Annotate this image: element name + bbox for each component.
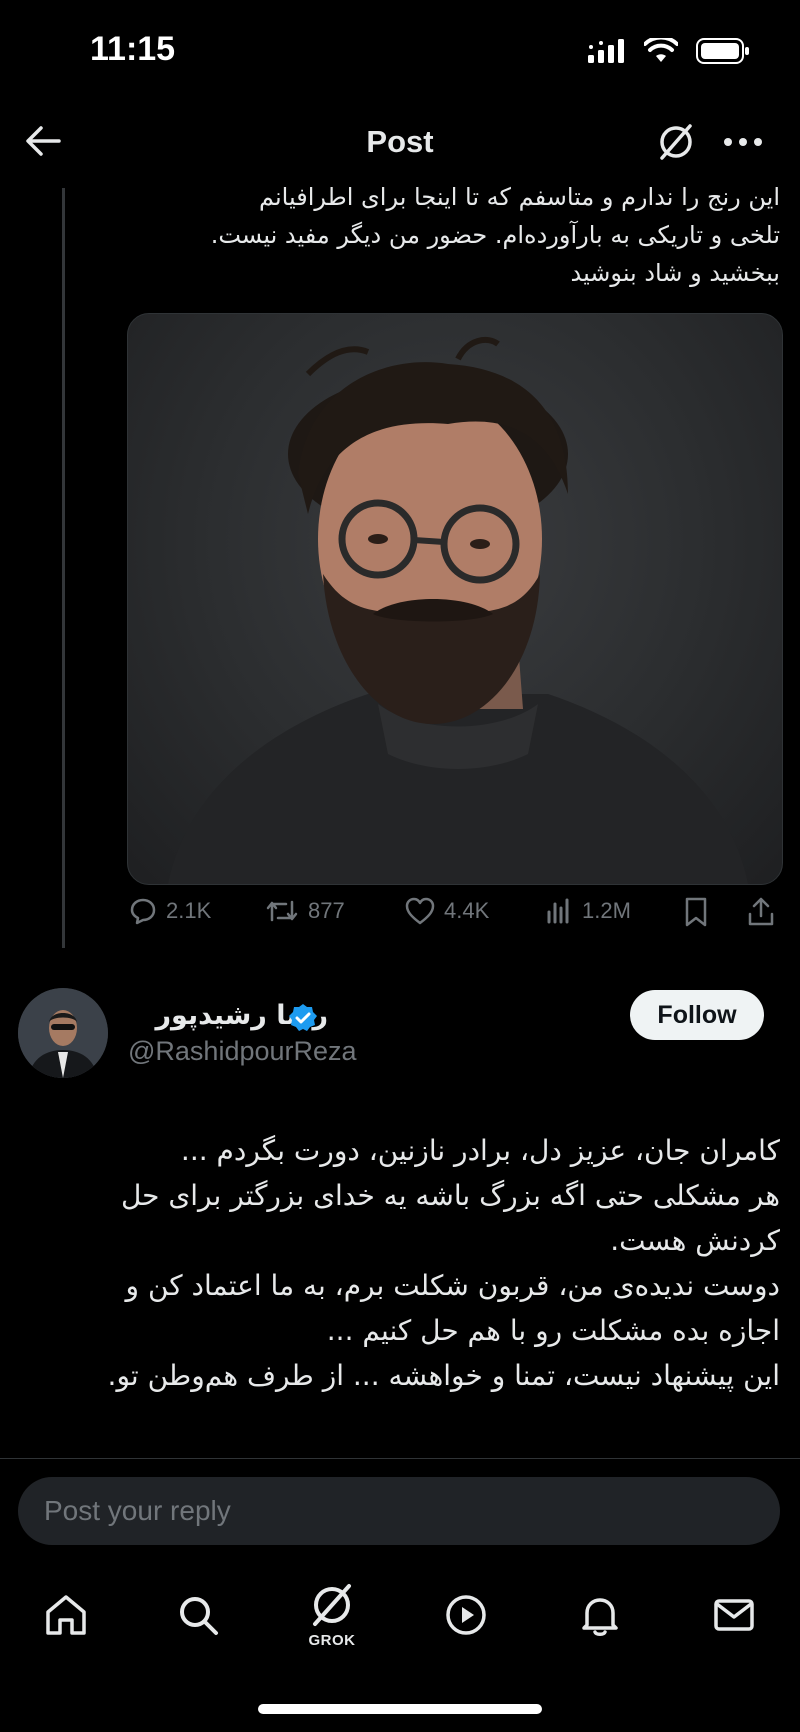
reply-text-line: این پیشنهاد نیست، تمنا و خواهشه ... از ط… (107, 1359, 780, 1392)
post-text: این رنج را ندارم و متاسفم که تا اینجا بر… (120, 178, 780, 292)
wifi-icon (644, 38, 678, 62)
reply-input[interactable]: Post your reply (18, 1477, 780, 1545)
post-text-line: تلخی و تاریکی به بارآورده‌ام. حضور من دی… (210, 221, 780, 249)
grok-icon (313, 1584, 351, 1626)
share-action[interactable] (746, 896, 776, 928)
repost-icon (266, 900, 298, 922)
mail-icon (714, 1599, 754, 1631)
home-indicator (258, 1704, 542, 1714)
play-circle-icon (446, 1595, 486, 1635)
status-icons (588, 38, 750, 64)
reply-icon (130, 898, 156, 925)
bookmark-action[interactable] (682, 896, 710, 928)
verified-badge-icon (289, 1004, 317, 1031)
tab-search[interactable] (168, 1585, 228, 1645)
grok-tab-label: GROK (308, 1632, 356, 1649)
like-action[interactable]: 4.4K (404, 896, 489, 926)
tab-messages[interactable] (704, 1585, 764, 1645)
home-icon (46, 1595, 86, 1635)
battery-icon (696, 38, 749, 64)
author-handle[interactable]: @RashidpourReza (128, 1036, 357, 1067)
signal-icon (588, 39, 624, 63)
post-actions: 2.1K 877 4.4K 1.2M (128, 896, 788, 942)
bell-icon (582, 1598, 618, 1636)
reply-post-text: کامران جان، عزیز دل، برادر نازنین، دورت … (28, 1128, 780, 1398)
avatar-image (18, 988, 108, 1078)
reply-text-line: هر مشکلی حتی اگه بزرگ باشه یه خدای بزرگت… (120, 1179, 780, 1212)
thread-line (62, 188, 65, 948)
reply-text-line: کامران جان، عزیز دل، برادر نازنین، دورت … (180, 1134, 780, 1167)
follow-button[interactable]: Follow (630, 990, 764, 1040)
post-video-thumbnail[interactable] (127, 313, 783, 885)
heart-icon (405, 897, 435, 925)
divider (0, 1458, 800, 1459)
grok-icon (660, 124, 692, 160)
more-options-button[interactable] (718, 118, 768, 166)
grok-button[interactable] (652, 118, 700, 166)
bookmark-icon (685, 897, 707, 927)
reply-text-line: دوست ندیده‌ی من، قربون شکلت برم، به ما ا… (125, 1269, 780, 1302)
reply-text-line: کردنش هست. (610, 1224, 780, 1257)
views-icon (547, 898, 569, 924)
search-icon (180, 1597, 218, 1635)
tab-home[interactable] (36, 1585, 96, 1645)
reply-action[interactable]: 2.1K (128, 896, 211, 926)
repost-count: 877 (308, 898, 345, 923)
like-count: 4.4K (444, 898, 490, 923)
views-action[interactable]: 1.2M (544, 896, 631, 926)
post-text-line: ببخشید و شاد بنوشید (570, 259, 780, 287)
share-icon (748, 897, 774, 926)
person-portrait-image (168, 336, 748, 884)
repost-action[interactable]: 877 (264, 896, 345, 926)
post-text-line: این رنج را ندارم و متاسفم که تا اینجا بر… (259, 183, 780, 211)
reply-text-line: اجازه بده مشکلت رو با هم حل کنیم ... (326, 1314, 780, 1347)
reply-count: 2.1K (166, 898, 212, 923)
tab-video[interactable] (436, 1585, 496, 1645)
more-icon (724, 138, 762, 146)
author-avatar[interactable] (18, 988, 108, 1078)
views-count: 1.2M (582, 898, 631, 923)
tab-grok[interactable] (302, 1575, 362, 1635)
status-time: 11:15 (90, 30, 176, 68)
tab-notifications[interactable] (570, 1585, 630, 1645)
